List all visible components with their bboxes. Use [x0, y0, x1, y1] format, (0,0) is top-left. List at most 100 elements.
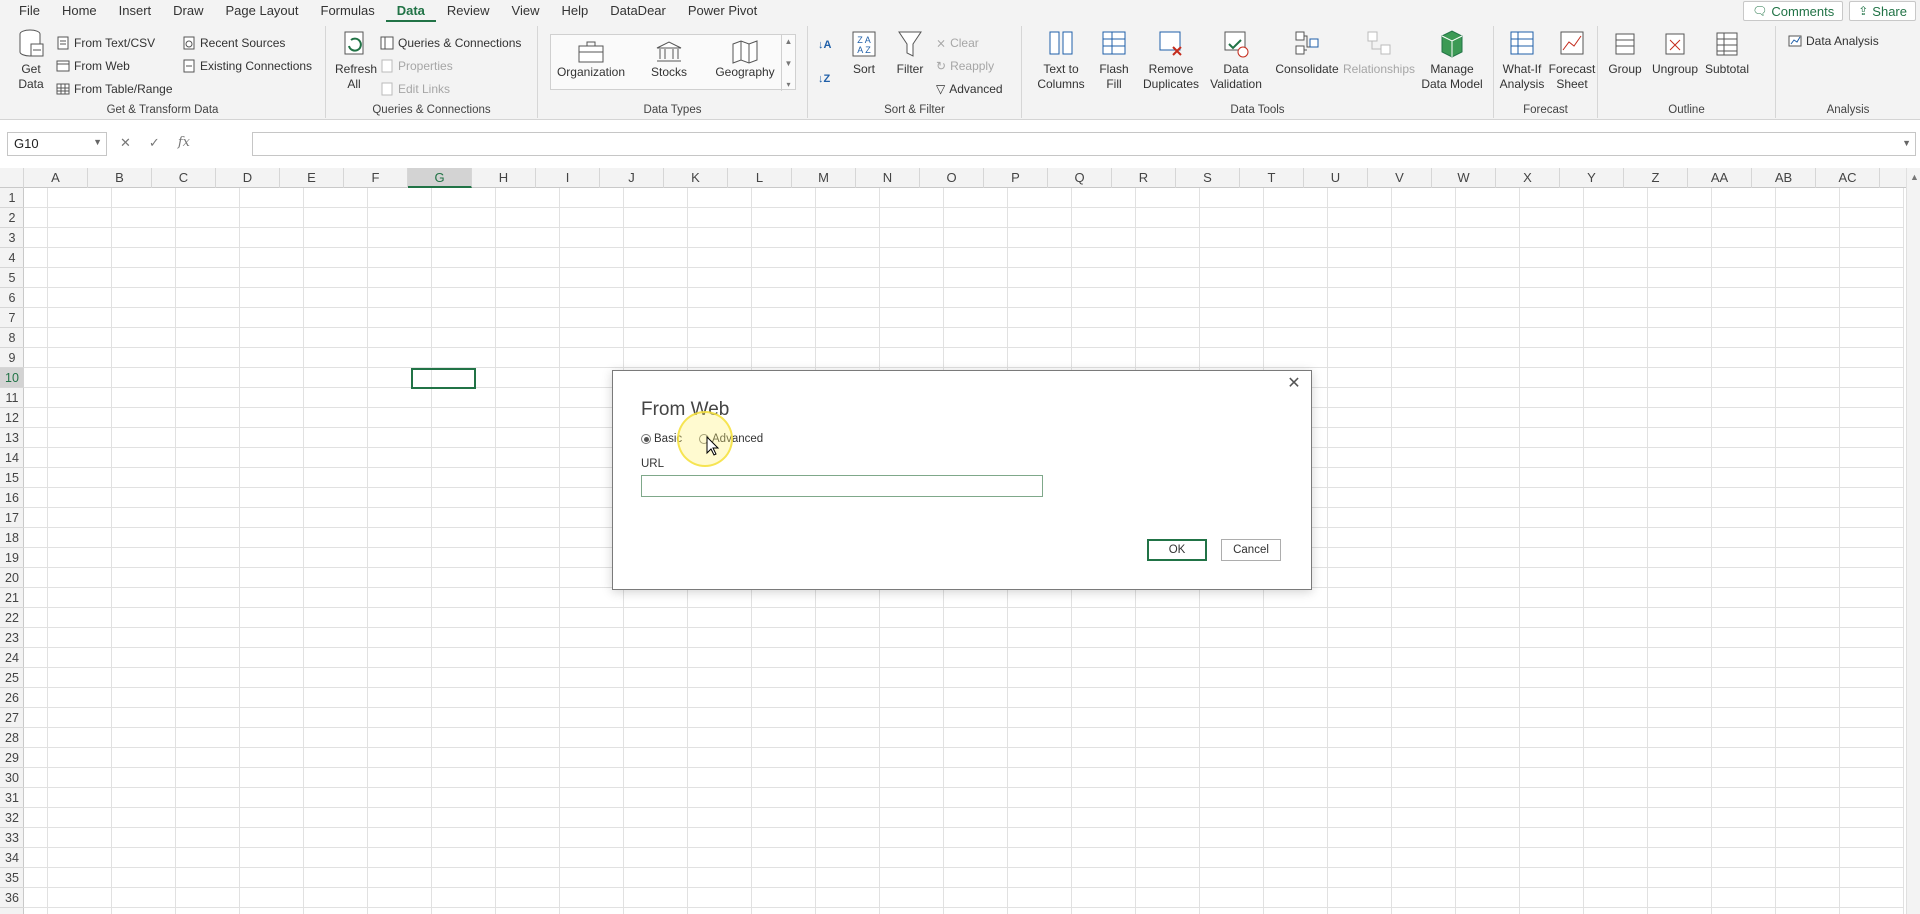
data-validation-button[interactable]: Data Validation	[1204, 28, 1268, 92]
column-header[interactable]: B	[88, 168, 152, 188]
column-header[interactable]: V	[1368, 168, 1432, 188]
get-data-button[interactable]: Get Data	[10, 28, 52, 92]
column-header[interactable]: M	[792, 168, 856, 188]
text-to-columns-button[interactable]: Text to Columns	[1032, 28, 1090, 92]
select-all-corner[interactable]	[0, 168, 24, 188]
column-header[interactable]: U	[1304, 168, 1368, 188]
from-table-button[interactable]: From Table/Range	[56, 80, 173, 98]
what-if-button[interactable]: What-If Analysis	[1498, 28, 1546, 92]
chevron-up-icon[interactable]: ▲	[785, 37, 793, 46]
recent-sources-button[interactable]: Recent Sources	[182, 34, 285, 52]
row-header[interactable]: 28	[0, 728, 24, 748]
tab-review[interactable]: Review	[436, 0, 501, 22]
tab-view[interactable]: View	[501, 0, 551, 22]
row-header[interactable]: 19	[0, 548, 24, 568]
vertical-scrollbar[interactable]: ▲	[1906, 168, 1920, 914]
comments-button[interactable]: 🗨 Comments	[1743, 1, 1844, 21]
confirm-entry-icon[interactable]: ✓	[149, 135, 160, 151]
expand-formula-icon[interactable]: ▼	[1902, 138, 1911, 148]
column-header[interactable]: AA	[1688, 168, 1752, 188]
name-box[interactable]: G10 ▼	[7, 132, 107, 156]
column-header[interactable]: Y	[1560, 168, 1624, 188]
column-header[interactable]: Z	[1624, 168, 1688, 188]
row-header[interactable]: 3	[0, 228, 24, 248]
row-header[interactable]: 35	[0, 868, 24, 888]
column-header[interactable]: C	[152, 168, 216, 188]
tab-draw[interactable]: Draw	[162, 0, 214, 22]
consolidate-button[interactable]: Consolidate	[1274, 28, 1340, 77]
remove-duplicates-button[interactable]: Remove Duplicates	[1140, 28, 1202, 92]
sort-za-button[interactable]: ↓Z	[818, 70, 830, 88]
column-header[interactable]: F	[344, 168, 408, 188]
row-header[interactable]: 31	[0, 788, 24, 808]
edit-links-button[interactable]: Edit Links	[380, 80, 450, 98]
row-header[interactable]: 22	[0, 608, 24, 628]
row-header[interactable]: 14	[0, 448, 24, 468]
row-header[interactable]: 32	[0, 808, 24, 828]
row-header[interactable]: 26	[0, 688, 24, 708]
column-header[interactable]: W	[1432, 168, 1496, 188]
column-header[interactable]: X	[1496, 168, 1560, 188]
group-button[interactable]: Group	[1602, 28, 1648, 77]
tab-formulas[interactable]: Formulas	[310, 0, 386, 22]
column-header[interactable]: AC	[1816, 168, 1880, 188]
column-header[interactable]: H	[472, 168, 536, 188]
existing-connections-button[interactable]: Existing Connections	[182, 57, 312, 75]
flash-fill-button[interactable]: Flash Fill	[1092, 28, 1136, 92]
clear-filter-button[interactable]: ⨯ Clear	[936, 34, 979, 52]
row-header[interactable]: 20	[0, 568, 24, 588]
share-button[interactable]: ⇪ Share	[1849, 1, 1916, 21]
ungroup-button[interactable]: Ungroup	[1650, 28, 1700, 77]
column-header[interactable]: N	[856, 168, 920, 188]
column-header[interactable]: Q	[1048, 168, 1112, 188]
basic-radio[interactable]: Basic	[641, 433, 682, 445]
row-header[interactable]: 1	[0, 188, 24, 208]
advanced-filter-button[interactable]: ▽ Advanced	[936, 80, 1003, 98]
column-header[interactable]: P	[984, 168, 1048, 188]
insert-function-icon[interactable]: fx	[178, 135, 190, 151]
geography-button[interactable]: Geography	[705, 39, 785, 79]
column-header[interactable]: L	[728, 168, 792, 188]
tab-insert[interactable]: Insert	[108, 0, 163, 22]
row-header[interactable]: 17	[0, 508, 24, 528]
column-header[interactable]: D	[216, 168, 280, 188]
row-header[interactable]: 15	[0, 468, 24, 488]
active-cell[interactable]	[411, 368, 476, 389]
row-header[interactable]: 34	[0, 848, 24, 868]
column-header[interactable]: R	[1112, 168, 1176, 188]
properties-button[interactable]: Properties	[380, 57, 453, 75]
tab-datadear[interactable]: DataDear	[599, 0, 677, 22]
column-header[interactable]: E	[280, 168, 344, 188]
row-header[interactable]: 23	[0, 628, 24, 648]
url-input[interactable]	[641, 475, 1043, 497]
refresh-all-button[interactable]: Refresh All	[334, 28, 377, 92]
sort-az-button[interactable]: ↓A	[818, 36, 831, 54]
relationships-button[interactable]: Relationships	[1343, 28, 1415, 77]
tab-page-layout[interactable]: Page Layout	[215, 0, 310, 22]
subtotal-button[interactable]: Subtotal	[1702, 28, 1752, 77]
row-header[interactable]: 33	[0, 828, 24, 848]
column-header[interactable]: G	[408, 168, 472, 188]
cancel-entry-icon[interactable]: ✕	[120, 135, 131, 151]
row-header[interactable]: 30	[0, 768, 24, 788]
tab-data[interactable]: Data	[385, 0, 436, 22]
close-icon[interactable]: ✕	[1285, 375, 1303, 393]
column-header[interactable]: O	[920, 168, 984, 188]
row-header[interactable]: 13	[0, 428, 24, 448]
row-header[interactable]: 5	[0, 268, 24, 288]
organization-button[interactable]: Organization	[551, 39, 631, 79]
row-header[interactable]: 27	[0, 708, 24, 728]
gallery-scroll[interactable]: ▲ ▼ ▾	[781, 35, 795, 91]
row-header[interactable]: 8	[0, 328, 24, 348]
column-header[interactable]: J	[600, 168, 664, 188]
row-header[interactable]: 18	[0, 528, 24, 548]
forecast-sheet-button[interactable]: Forecast Sheet	[1548, 28, 1596, 92]
sort-button[interactable]: Z AA Z Sort	[844, 28, 884, 77]
column-header[interactable]: I	[536, 168, 600, 188]
more-icon[interactable]: ▾	[786, 80, 790, 89]
chevron-down-icon[interactable]: ▼	[785, 59, 793, 68]
ok-button[interactable]: OK	[1147, 539, 1207, 561]
column-header[interactable]: S	[1176, 168, 1240, 188]
row-header[interactable]: 6	[0, 288, 24, 308]
row-header[interactable]: 10	[0, 368, 24, 388]
